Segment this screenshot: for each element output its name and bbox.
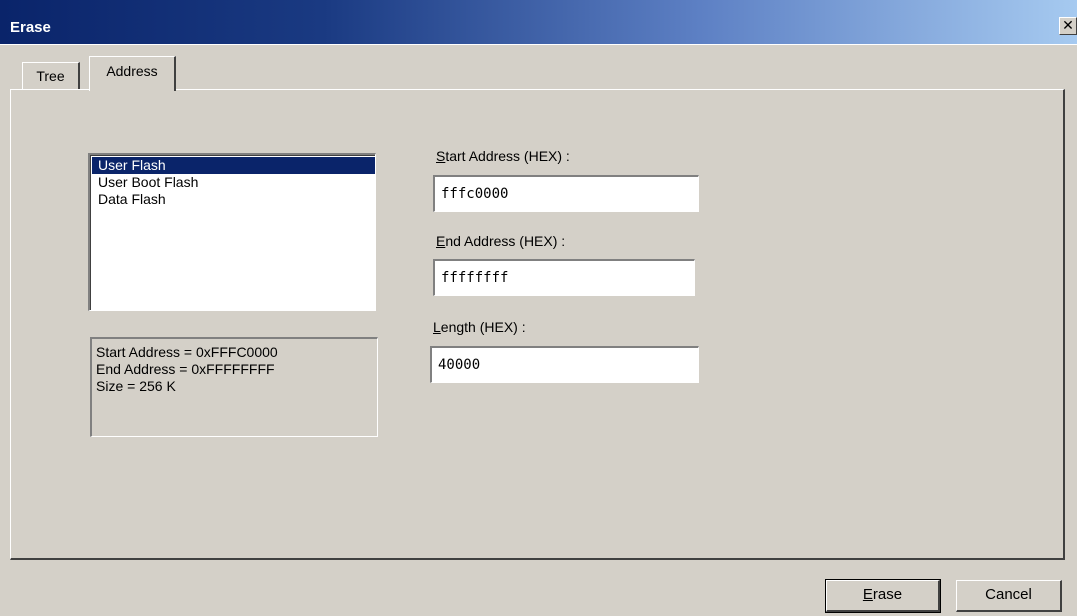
end-address-mnemonic: E [436, 233, 446, 249]
flash-area-listbox[interactable]: User Flash User Boot Flash Data Flash [88, 153, 376, 311]
info-end-address: End Address = 0xFFFFFFFF [96, 361, 275, 377]
window-title: Erase [10, 19, 51, 36]
length-mnemonic: L [433, 319, 441, 335]
start-address-label: Start Address (HEX) : [436, 148, 570, 164]
tab-tree[interactable]: Tree [22, 62, 80, 89]
list-item-user-boot-flash[interactable]: User Boot Flash [92, 174, 375, 191]
end-address-label: End Address (HEX) : [436, 233, 565, 249]
area-info-box: Start Address = 0xFFFC0000 End Address =… [90, 337, 378, 437]
erase-dialog: Erase ✕ Tree Address User Flash User Boo… [0, 0, 1077, 616]
title-separator [0, 44, 1077, 45]
erase-button-mnemonic: E [862, 586, 873, 603]
length-label-text: ength (HEX) : [440, 319, 526, 335]
tab-address[interactable]: Address [89, 56, 176, 91]
end-address-input[interactable] [433, 259, 695, 296]
cancel-button[interactable]: Cancel [956, 580, 1062, 612]
length-label: Length (HEX) : [433, 319, 526, 335]
close-icon[interactable]: ✕ [1059, 17, 1077, 35]
start-address-input[interactable] [433, 175, 699, 212]
title-bar[interactable]: Erase ✕ [0, 0, 1077, 44]
list-item-user-flash[interactable]: User Flash [92, 157, 375, 174]
info-size: Size = 256 K [96, 378, 176, 394]
erase-button-label: rase [872, 586, 903, 603]
end-address-label-text: nd Address (HEX) : [445, 233, 566, 249]
start-address-label-text: tart Address (HEX) : [445, 148, 570, 164]
info-start-address: Start Address = 0xFFFC0000 [96, 344, 278, 360]
erase-button[interactable]: Erase [825, 579, 941, 613]
start-address-mnemonic: S [436, 148, 446, 164]
length-input[interactable] [430, 346, 699, 383]
list-item-data-flash[interactable]: Data Flash [92, 191, 375, 208]
